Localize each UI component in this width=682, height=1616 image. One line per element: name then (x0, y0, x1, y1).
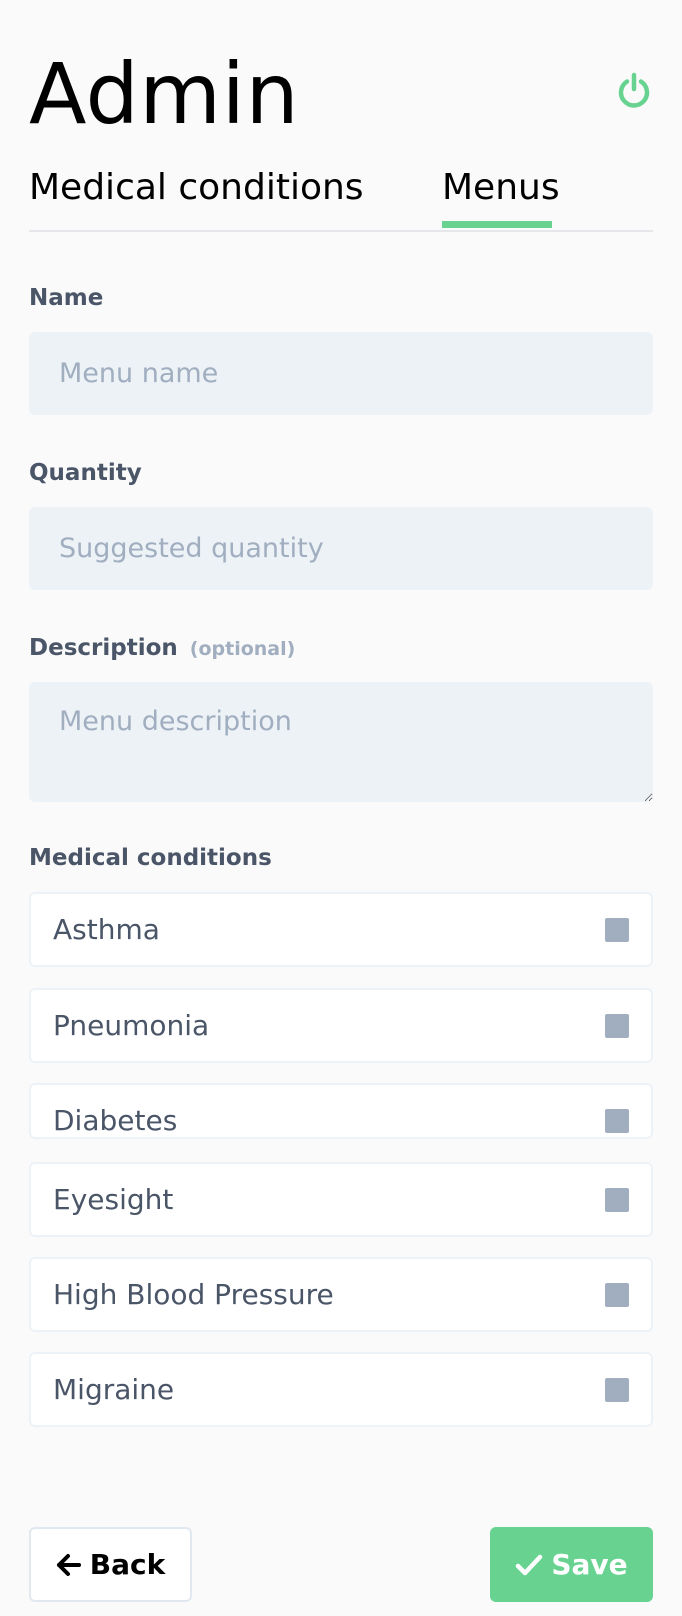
active-tab-indicator (442, 221, 552, 228)
power-icon[interactable] (615, 72, 653, 110)
condition-label: Eyesight (53, 1183, 174, 1216)
condition-item-eyesight[interactable]: Eyesight (29, 1162, 653, 1237)
header: Admin (29, 0, 653, 143)
tab-medical-conditions[interactable]: Medical conditions (29, 164, 364, 212)
optional-hint: (optional) (189, 638, 296, 660)
name-label: Name (29, 285, 104, 311)
condition-label: Pneumonia (53, 1009, 210, 1042)
save-button-label: Save (551, 1548, 628, 1581)
description-label: Description (optional) (29, 633, 295, 664)
save-button[interactable]: Save (490, 1527, 653, 1602)
condition-item-diabetes[interactable]: Diabetes (29, 1083, 653, 1139)
page-title: Admin (29, 45, 300, 143)
medical-conditions-label: Medical conditions (29, 845, 272, 871)
quantity-input[interactable] (29, 507, 653, 590)
condition-label: Asthma (53, 913, 160, 946)
condition-checkbox[interactable] (605, 1378, 629, 1402)
description-input[interactable] (29, 682, 653, 802)
back-button-label: Back (89, 1548, 166, 1581)
arrow-left-icon (56, 1553, 81, 1576)
back-button[interactable]: Back (29, 1527, 192, 1602)
condition-item-pneumonia[interactable]: Pneumonia (29, 988, 653, 1063)
condition-label: High Blood Pressure (53, 1278, 334, 1311)
admin-page: Admin Medical conditions Menus Name Quan… (29, 0, 653, 1602)
condition-label: Diabetes (53, 1104, 178, 1137)
condition-checkbox[interactable] (605, 918, 629, 942)
condition-item-high-blood-pressure[interactable]: High Blood Pressure (29, 1257, 653, 1332)
tab-bar: Medical conditions Menus (29, 160, 653, 232)
tab-menus[interactable]: Menus (442, 164, 560, 212)
condition-item-migraine[interactable]: Migraine (29, 1352, 653, 1427)
check-icon (516, 1554, 543, 1575)
condition-label: Migraine (53, 1373, 175, 1406)
condition-checkbox[interactable] (605, 1109, 629, 1133)
condition-item-asthma[interactable]: Asthma (29, 892, 653, 967)
menu-name-input[interactable] (29, 332, 653, 415)
condition-checkbox[interactable] (605, 1283, 629, 1307)
description-label-text: Description (29, 635, 178, 661)
condition-checkbox[interactable] (605, 1014, 629, 1038)
condition-checkbox[interactable] (605, 1188, 629, 1212)
quantity-label: Quantity (29, 460, 142, 486)
